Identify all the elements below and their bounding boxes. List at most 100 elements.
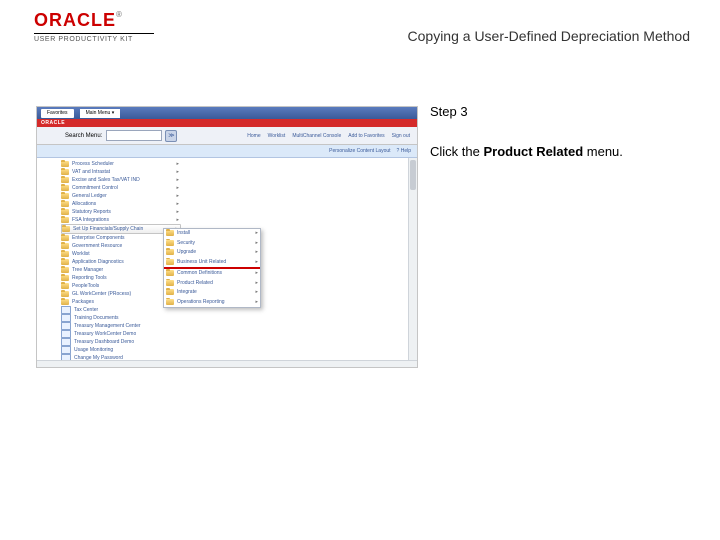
- folder-icon: [166, 280, 174, 286]
- multichannel-link[interactable]: MultiChannel Console: [292, 133, 341, 139]
- chevron-right-icon: ▸: [176, 208, 181, 216]
- search-go-button[interactable]: ≫: [165, 130, 177, 142]
- main-menu-label: Main Menu: [86, 110, 111, 116]
- chevron-right-icon: ▸: [176, 184, 181, 192]
- search-input[interactable]: [106, 130, 162, 141]
- menu-item-label: Packages: [72, 298, 94, 306]
- menu-item[interactable]: Treasury WorkCenter Demo: [61, 330, 181, 338]
- brand-logo: ORACLE® USER PRODUCTIVITY KIT: [34, 10, 174, 43]
- chevron-right-icon: ▸: [255, 240, 260, 246]
- folder-icon: [166, 299, 174, 305]
- folder-icon: [166, 240, 174, 246]
- menu-item-label: Process Scheduler: [72, 160, 114, 168]
- folder-icon: [61, 177, 69, 183]
- folder-icon: [61, 291, 69, 297]
- folder-icon: [62, 226, 70, 232]
- folder-icon: [166, 270, 174, 276]
- menu-item-label: Treasury WorkCenter Demo: [74, 330, 136, 338]
- document-icon: [61, 346, 71, 354]
- folder-icon: [61, 275, 69, 281]
- folder-icon: [61, 161, 69, 167]
- menu-item-label: Treasury Dashboard Demo: [74, 338, 134, 346]
- folder-icon: [61, 243, 69, 249]
- folder-icon: [61, 235, 69, 241]
- menu-item-label: VAT and Intrastat: [72, 168, 110, 176]
- submenu-item[interactable]: Business Unit Related▸: [164, 258, 260, 268]
- menu-item-label: Tree Manager: [72, 266, 103, 274]
- menu-item[interactable]: Usage Monitoring: [61, 346, 181, 354]
- menu-item[interactable]: FSA Integrations▸: [61, 216, 181, 224]
- submenu-item-label: Integrate: [177, 289, 197, 295]
- menu-item[interactable]: Allocations ▸: [61, 200, 181, 208]
- folder-icon: [61, 209, 69, 215]
- menu-item-label: Worklist: [72, 250, 90, 258]
- chevron-right-icon: ▸: [176, 200, 181, 208]
- scrollbar-vertical[interactable]: [408, 158, 417, 368]
- brand-subtext: USER PRODUCTIVITY KIT: [34, 36, 174, 43]
- favorites-tab[interactable]: Favorites: [41, 109, 74, 118]
- submenu-item[interactable]: Integrate ▸: [164, 288, 260, 298]
- document-icon: [61, 322, 71, 330]
- folder-icon: [61, 217, 69, 223]
- chevron-right-icon: ▸: [255, 270, 260, 276]
- submenu-item[interactable]: Product Related▸: [164, 279, 260, 289]
- folder-icon: [61, 267, 69, 273]
- chevron-right-icon: ▸: [176, 192, 181, 200]
- chevron-right-icon: ▸: [255, 280, 260, 286]
- menu-item-label: Application Diagnostics: [72, 258, 124, 266]
- folder-icon: [166, 230, 174, 236]
- menu-item-label: Treasury Management Center: [74, 322, 141, 330]
- document-icon: [61, 338, 71, 346]
- page-title: Copying a User-Defined Depreciation Meth…: [408, 28, 690, 44]
- chevron-right-icon: ▸: [255, 299, 260, 305]
- menu-item[interactable]: VAT and Intrastat▸: [61, 168, 181, 176]
- worklist-link[interactable]: Worklist: [268, 133, 286, 139]
- instruction-panel: Step 3 Click the Product Related menu.: [430, 104, 690, 161]
- menu-item-label: FSA Integrations: [72, 216, 109, 224]
- scrollbar-thumb[interactable]: [410, 160, 416, 190]
- instruction-suffix: menu.: [583, 144, 623, 159]
- document-icon: [61, 314, 71, 322]
- submenu-item-label: Install: [177, 230, 190, 236]
- help-link[interactable]: ? Help: [397, 148, 411, 154]
- folder-icon: [61, 251, 69, 257]
- menu-item-label: Allocations: [72, 200, 96, 208]
- submenu-item[interactable]: Upgrade▸: [164, 248, 260, 258]
- signout-link[interactable]: Sign out: [392, 133, 410, 139]
- menu-item[interactable]: General Ledger ▸: [61, 192, 181, 200]
- menu-item[interactable]: Statutory Reports▸: [61, 208, 181, 216]
- scrollbar-horizontal[interactable]: [37, 360, 417, 368]
- main-menu-button[interactable]: Main Menu ▾: [80, 109, 121, 118]
- app-brand-text: ORACLE: [41, 120, 65, 126]
- menu-item[interactable]: Excise and Sales Tax/VAT IND▸: [61, 176, 181, 184]
- search-label: Search Menu:: [65, 133, 102, 139]
- submenu-item[interactable]: Common Definitions▸: [164, 269, 260, 279]
- submenu-item-label: Operations Reporting: [177, 299, 225, 305]
- chevron-right-icon: ▸: [255, 289, 260, 295]
- menu-item[interactable]: Training Documents: [61, 314, 181, 322]
- folder-icon: [61, 169, 69, 175]
- home-link[interactable]: Home: [247, 133, 260, 139]
- folder-icon: [166, 259, 174, 265]
- folder-icon: [166, 249, 174, 255]
- menu-item[interactable]: Treasury Dashboard Demo: [61, 338, 181, 346]
- submenu-flyout[interactable]: Install▸Security▸Upgrade▸Business Unit R…: [163, 228, 261, 308]
- menu-item[interactable]: Commitment Control▸: [61, 184, 181, 192]
- menu-item-label: Training Documents: [74, 314, 119, 322]
- menu-item-label: PeopleTools: [72, 282, 99, 290]
- menu-item[interactable]: Process Scheduler▸: [61, 160, 181, 168]
- folder-icon: [166, 289, 174, 295]
- submenu-item[interactable]: Security▸: [164, 239, 260, 249]
- app-subbar: Personalize Content Layout ? Help: [37, 145, 417, 158]
- menu-item[interactable]: Treasury Management Center: [61, 322, 181, 330]
- submenu-item[interactable]: Install▸: [164, 229, 260, 239]
- step-label: Step 3: [430, 104, 690, 119]
- instruction-target: Product Related: [483, 144, 583, 159]
- menu-item-label: Reporting Tools: [72, 274, 107, 282]
- document-icon: [61, 330, 71, 338]
- submenu-item[interactable]: Operations Reporting ▸: [164, 298, 260, 308]
- personalize-link[interactable]: Personalize Content Layout: [329, 148, 390, 154]
- add-favorites-link[interactable]: Add to Favorites: [348, 133, 384, 139]
- folder-icon: [61, 193, 69, 199]
- menu-item-label: General Ledger: [72, 192, 107, 200]
